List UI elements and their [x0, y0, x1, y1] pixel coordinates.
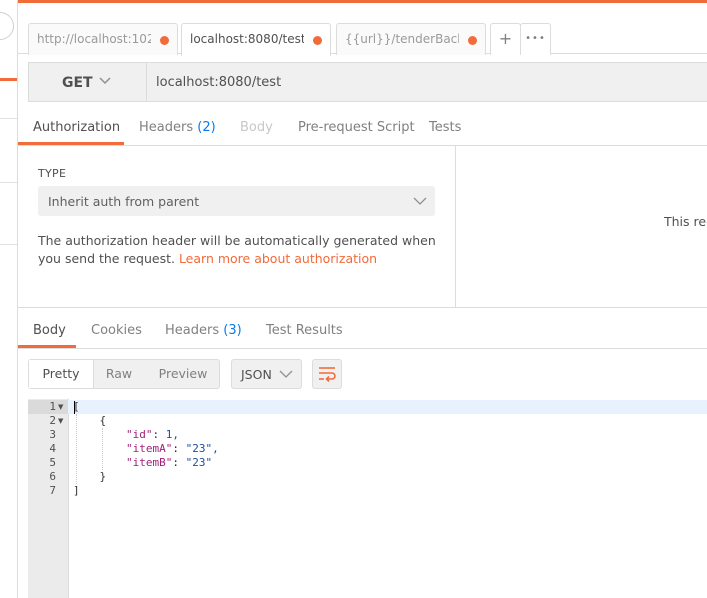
tab-response-body[interactable]: Body [33, 323, 66, 338]
active-line-highlight [68, 400, 707, 414]
url-input[interactable]: localhost:8080/test [156, 75, 281, 90]
request-options-tabs: Authorization Headers (2) Body Pre-reque… [18, 112, 707, 146]
json-value: 1, [165, 428, 179, 441]
line-number: 7 [49, 484, 56, 497]
tab-headers[interactable]: Headers (2) [139, 120, 216, 135]
sidebar-active-indicator [0, 78, 17, 81]
text-cursor [74, 401, 75, 414]
new-tab-button[interactable]: + [490, 23, 521, 55]
unsaved-dot-icon [313, 36, 322, 45]
right-panel-text: This rec [664, 214, 707, 229]
response-tabs: Body Cookies Headers (3) Test Results [18, 308, 707, 349]
authorization-panel: TYPE Inherit auth from parent The author… [18, 146, 455, 306]
sidebar-divider [0, 118, 17, 119]
json-value: "23", [185, 442, 219, 455]
plus-icon: + [498, 29, 513, 48]
request-tab-label: http://localhost:10230 [37, 32, 151, 46]
line-number: 5 [49, 456, 56, 469]
preview-button[interactable]: Preview [147, 360, 219, 388]
code-line: "itemA": "23", [126, 442, 219, 455]
url-bar: GET localhost:8080/test [28, 62, 707, 102]
auth-type-label: TYPE [38, 167, 67, 180]
method-label: GET [62, 75, 93, 91]
line-number: 1 [49, 400, 56, 413]
sidebar-circle-button[interactable] [0, 12, 14, 40]
tab-authorization[interactable]: Authorization [33, 120, 120, 135]
line-number: 2 [49, 414, 56, 427]
request-tab-label: localhost:8080/test [190, 32, 304, 46]
tab-headers-label: Headers [139, 120, 194, 135]
line-number: 3 [49, 428, 56, 441]
chevron-down-icon [279, 370, 293, 378]
tab-test-results[interactable]: Test Results [266, 323, 343, 338]
fold-arrow-icon[interactable]: ▼ [58, 414, 63, 428]
request-tab-active[interactable]: localhost:8080/test [181, 23, 331, 56]
json-key: "itemA" [126, 442, 173, 455]
request-tab[interactable]: {{url}}/tenderBackend [336, 23, 486, 55]
tab-tests[interactable]: Tests [429, 120, 461, 135]
sidebar-divider [0, 182, 17, 183]
json-key: "itemB" [126, 456, 173, 469]
auth-type-value: Inherit auth from parent [48, 194, 200, 209]
fold-arrow-icon[interactable]: ▼ [58, 400, 63, 414]
more-tabs-button[interactable]: ••• [520, 23, 551, 55]
code-line: } [73, 470, 107, 483]
tab-prerequest-script[interactable]: Pre-request Script [298, 120, 415, 135]
headers-count-badge: (2) [197, 120, 216, 135]
json-value: "23" [185, 456, 213, 469]
active-tab-underline [18, 345, 76, 348]
request-tab[interactable]: http://localhost:10230 [28, 23, 178, 55]
headers-count-badge: (3) [223, 323, 242, 338]
method-select[interactable]: GET [29, 63, 147, 101]
ellipsis-icon: ••• [525, 33, 546, 44]
unsaved-dot-icon [468, 36, 477, 45]
sidebar-divider [0, 244, 17, 245]
indent-guide [102, 428, 103, 470]
raw-button[interactable]: Raw [93, 360, 145, 388]
learn-more-auth-link[interactable]: Learn more about authorization [179, 251, 377, 266]
tab-response-headers-label: Headers [165, 323, 220, 338]
unsaved-dot-icon [160, 36, 169, 45]
chevron-down-icon [413, 197, 427, 205]
tab-body[interactable]: Body [240, 120, 273, 135]
line-number: 4 [49, 442, 56, 455]
code-line: "itemB": "23" [126, 456, 213, 469]
sidebar [0, 0, 18, 598]
format-label: JSON [241, 367, 272, 382]
tab-cookies[interactable]: Cookies [91, 323, 142, 338]
code-line: { [73, 414, 107, 427]
auth-description: The authorization header will be automat… [38, 232, 438, 268]
code-line: "id": 1, [126, 428, 179, 441]
request-tab-bar: http://localhost:10230 localhost:8080/te… [18, 3, 707, 56]
code-line: ] [73, 484, 80, 497]
line-number: 6 [49, 470, 56, 483]
tab-response-headers[interactable]: Headers (3) [165, 323, 242, 338]
wrap-lines-icon [319, 367, 336, 383]
auth-type-select[interactable]: Inherit auth from parent [38, 186, 435, 216]
format-select[interactable]: JSON [231, 359, 302, 389]
chevron-down-icon [99, 77, 111, 85]
json-key: "id" [126, 428, 153, 441]
pretty-button[interactable]: Pretty [29, 360, 94, 388]
wrap-lines-button[interactable] [312, 359, 342, 389]
active-tab-underline [18, 142, 124, 145]
request-tab-label: {{url}}/tenderBackend [345, 32, 459, 46]
panel-divider [455, 146, 456, 307]
view-mode-group: Pretty Raw Preview [28, 359, 220, 389]
